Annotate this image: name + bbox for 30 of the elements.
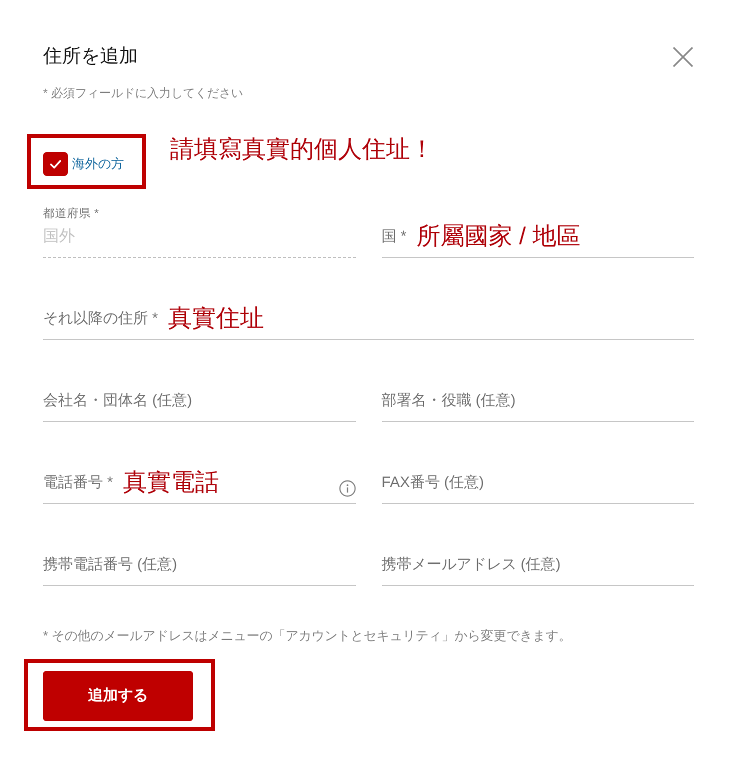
input-field[interactable]: 携帯メールアドレス (任意) bbox=[382, 535, 694, 586]
input-field[interactable]: FAX番号 (任意) bbox=[382, 453, 694, 504]
field-label: 電話番号 * bbox=[43, 472, 114, 493]
footnote-text: * その他のメールアドレスはメニューの「アカウントとセキュリティ」から変更できます。 bbox=[43, 627, 573, 645]
input-field[interactable]: 国 * 所屬國家 / 地區 bbox=[382, 207, 694, 258]
add-button[interactable]: 追加する bbox=[43, 671, 193, 721]
field-label: 携帯電話番号 (任意) bbox=[43, 554, 178, 575]
required-note: * 必須フィールドに入力してください bbox=[43, 85, 244, 102]
annotation-text: 真實電話 bbox=[123, 469, 220, 497]
field-label: FAX番号 (任意) bbox=[382, 472, 484, 493]
checkbox[interactable] bbox=[43, 152, 68, 176]
annotation-text: 請填寫真實的個人住址！ bbox=[170, 136, 434, 164]
input-field[interactable]: 部署名・役職 (任意) bbox=[382, 371, 694, 422]
dialog-title: 住所を追加 bbox=[43, 45, 138, 69]
input-field[interactable]: 会社名・団体名 (任意) bbox=[43, 371, 356, 422]
field-label: 携帯メールアドレス (任意) bbox=[382, 554, 561, 575]
field-label: 会社名・団体名 (任意) bbox=[43, 390, 192, 411]
info-icon[interactable] bbox=[338, 480, 356, 497]
annotation-text: 所屬國家 / 地區 bbox=[416, 223, 581, 251]
field-label: それ以降の住所 * bbox=[43, 308, 158, 329]
checkbox-label[interactable]: 海外の方 bbox=[72, 155, 124, 173]
field-label: 都道府県 * bbox=[43, 207, 99, 221]
field-value: 国外 bbox=[43, 227, 75, 247]
field-label: 国 * bbox=[382, 226, 407, 247]
close-icon[interactable] bbox=[672, 46, 694, 68]
field-label: 部署名・役職 (任意) bbox=[382, 390, 516, 411]
annotation-text: 真實住址 bbox=[168, 305, 264, 333]
input-field[interactable]: 携帯電話番号 (任意) bbox=[43, 535, 356, 586]
input-field[interactable]: それ以降の住所 * 真實住址 bbox=[43, 289, 694, 340]
input-field[interactable]: 電話番号 * 真實電話 bbox=[43, 453, 356, 504]
